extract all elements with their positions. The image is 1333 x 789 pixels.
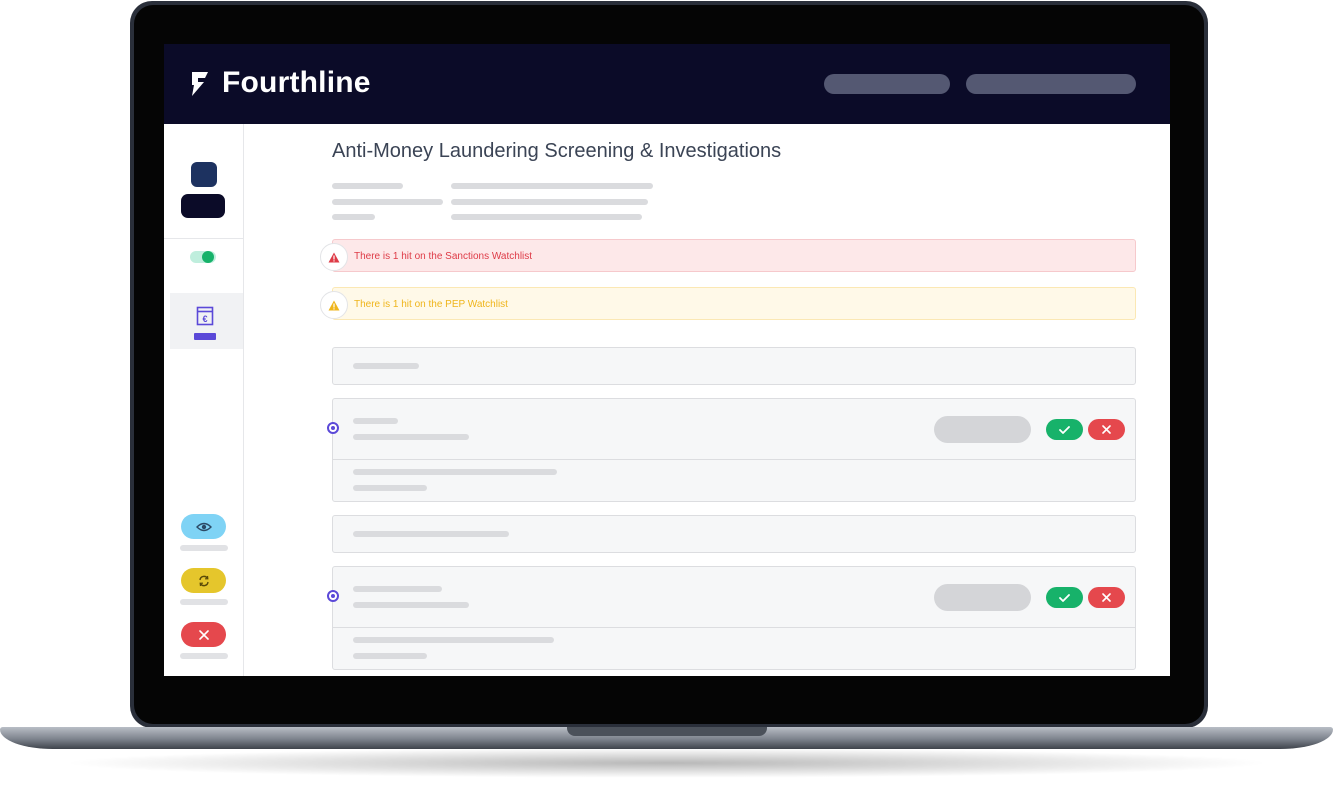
laptop-shadow (60, 748, 1273, 778)
section-card[interactable] (332, 347, 1136, 385)
avatar-body (181, 194, 225, 218)
card-divider (333, 627, 1135, 628)
meta-value-placeholder (451, 199, 648, 205)
hit-status-pill (934, 416, 1031, 443)
refresh-label-placeholder (180, 599, 228, 605)
euro-document-icon: € (196, 306, 214, 326)
page-title: Anti-Money Laundering Screening & Invest… (332, 140, 782, 162)
hit-card (332, 566, 1136, 670)
section-card[interactable] (332, 515, 1136, 553)
meta-label-placeholder (332, 183, 403, 189)
hit-name-placeholder (353, 586, 442, 592)
reject-label-placeholder (180, 653, 228, 659)
hit-status-pill (934, 584, 1031, 611)
reject-hit-button[interactable] (1088, 419, 1125, 440)
meta-label-placeholder (332, 199, 443, 205)
section-title-placeholder (353, 531, 509, 537)
pep-alert-badge (320, 291, 348, 319)
hit-name-placeholder (353, 418, 398, 424)
meta-value-placeholder (451, 183, 653, 189)
close-icon (198, 629, 209, 640)
hit-detail-placeholder (353, 602, 469, 608)
hit-detail-placeholder (353, 434, 469, 440)
hit-radio[interactable] (327, 590, 339, 602)
sanctions-alert-badge (320, 243, 348, 271)
hit-info-placeholder (353, 637, 554, 643)
view-button[interactable] (181, 514, 226, 539)
brand-name: Fourthline (222, 66, 371, 99)
check-icon (1059, 593, 1070, 602)
section-title-placeholder (353, 363, 419, 369)
card-divider (333, 459, 1135, 460)
topbar-menu-placeholder-1[interactable] (824, 74, 950, 94)
approve-button[interactable] (1046, 587, 1083, 608)
sidebar-divider (164, 238, 243, 239)
status-toggle-knob (202, 251, 214, 263)
sidebar-item-label-placeholder (194, 333, 216, 340)
hit-info-placeholder (353, 485, 427, 491)
topbar-menu-placeholder-2[interactable] (966, 74, 1136, 94)
hit-info-placeholder (353, 469, 557, 475)
check-icon (1059, 425, 1070, 434)
reject-button[interactable] (181, 622, 226, 647)
top-bar: Fourthline (164, 44, 1170, 124)
sanctions-alert: There is 1 hit on the Sanctions Watchlis… (332, 239, 1136, 272)
eye-icon (195, 522, 212, 531)
hit-info-placeholder (353, 653, 427, 659)
svg-text:€: € (202, 314, 207, 324)
hit-radio[interactable] (327, 422, 339, 434)
pep-alert: There is 1 hit on the PEP Watchlist (332, 287, 1136, 320)
refresh-button[interactable] (181, 568, 226, 593)
close-icon (1102, 593, 1111, 602)
approve-button[interactable] (1046, 419, 1083, 440)
avatar-head (191, 162, 217, 187)
view-label-placeholder (180, 545, 228, 551)
app-screen: Fourthline € Anti-Money Laundering Scree… (164, 44, 1170, 676)
reject-hit-button[interactable] (1088, 587, 1125, 608)
warning-triangle-icon (328, 252, 340, 262)
close-icon (1102, 425, 1111, 434)
hit-card (332, 398, 1136, 502)
laptop-notch (567, 727, 767, 736)
meta-value-placeholder (451, 214, 642, 220)
meta-label-placeholder (332, 214, 375, 220)
refresh-icon (198, 575, 209, 586)
fourthline-logo-icon (192, 72, 208, 96)
warning-triangle-icon (328, 300, 340, 310)
